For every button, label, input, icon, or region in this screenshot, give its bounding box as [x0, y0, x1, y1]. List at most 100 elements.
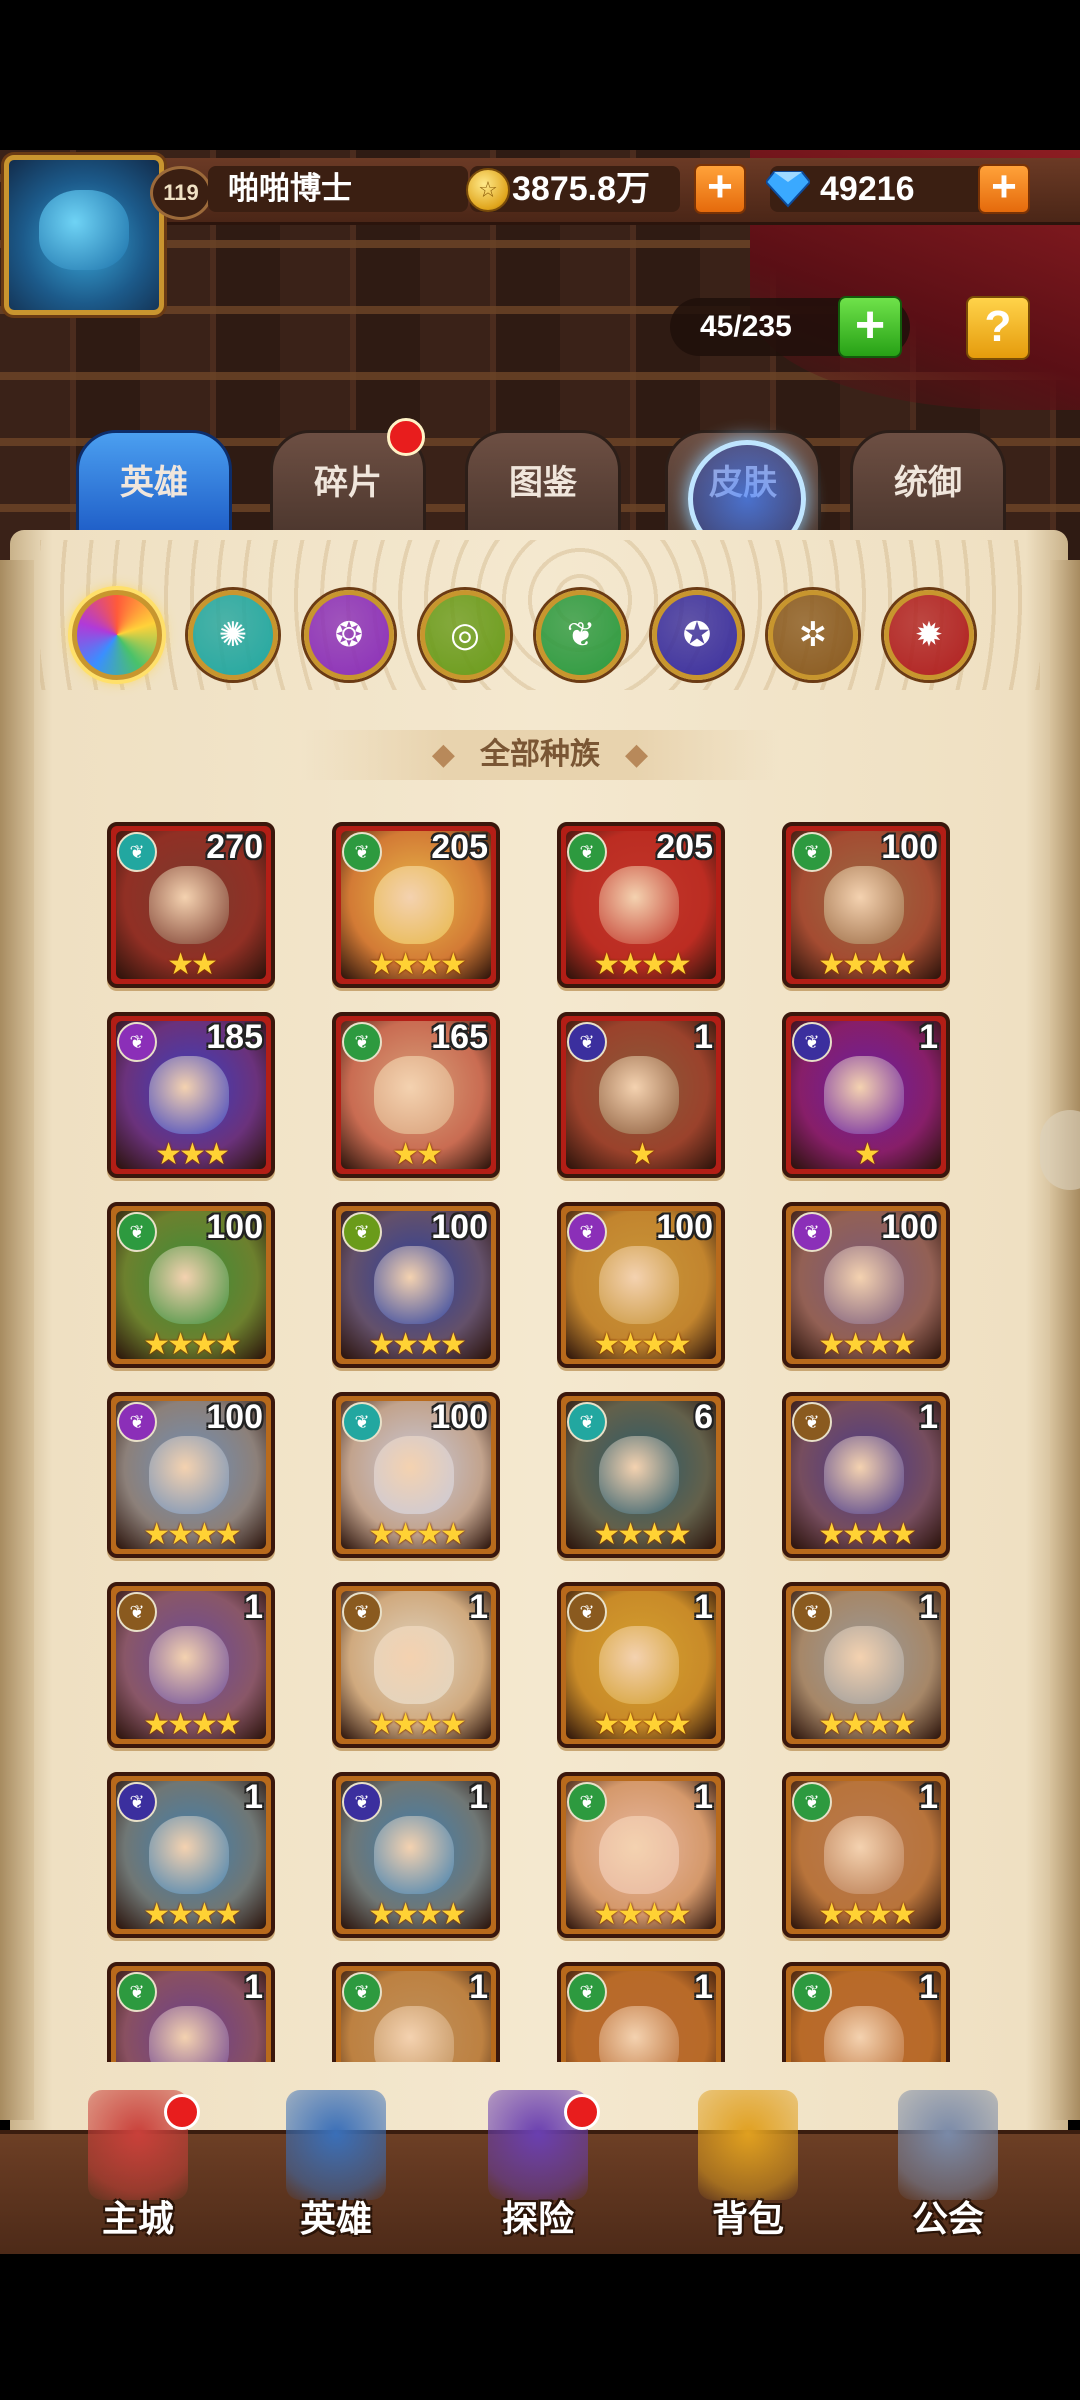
hero-level: 100	[206, 1398, 263, 1436]
hero-card[interactable]: ❦1★★★★	[782, 1392, 950, 1558]
player-name: 啪啪博士	[228, 171, 352, 206]
add-gold-button[interactable]: +	[694, 164, 746, 214]
nav-label: 背包	[711, 2198, 784, 2239]
hero-card[interactable]: ❦1★★★★	[107, 1582, 275, 1748]
hero-card[interactable]: ❦1★★★★	[332, 1962, 500, 2062]
race-filter-shadow-icon[interactable]: ✪	[652, 590, 742, 680]
nav-label: 公会	[911, 2198, 984, 2239]
hero-face-icon	[374, 2006, 454, 2062]
race-filter-fire-icon[interactable]: ✹	[884, 590, 974, 680]
hero-card[interactable]: ❦ 270 ★★	[107, 822, 275, 988]
nav-portal[interactable]: 探险	[458, 2080, 618, 2250]
hero-card[interactable]: ❦ 100 ★★★★	[332, 1202, 500, 1368]
hero-card[interactable]: ❦1★★★★	[107, 1962, 275, 2062]
hero-card[interactable]: ❦1★★★★	[782, 1772, 950, 1938]
hero-race-icon: ❦	[342, 1402, 382, 1442]
diamond-ornament-icon: ◆	[431, 738, 480, 771]
hero-face-icon	[149, 866, 229, 944]
hero-card[interactable]: ❦ 185 ★★★	[107, 1012, 275, 1178]
hero-race-icon: ❦	[342, 1972, 382, 2012]
nav-label: 主城	[101, 2198, 174, 2239]
hero-card[interactable]: ❦1★★★★	[107, 1772, 275, 1938]
hero-level: 1	[694, 1018, 713, 1056]
hero-stars: ★★★★	[368, 1328, 467, 1361]
race-filter-forest-icon[interactable]: ❦	[536, 590, 626, 680]
hero-level: 185	[206, 1018, 263, 1056]
hero-card[interactable]: ❦ 100 ★★★★	[107, 1392, 275, 1558]
hero-face-icon	[824, 1246, 904, 1324]
hero-stars: ★★★★	[593, 948, 692, 981]
nav-hero[interactable]: 英雄	[256, 2080, 416, 2250]
hero-card[interactable]: ❦ 100 ★★★★	[557, 1202, 725, 1368]
tab-command[interactable]: 统御	[850, 430, 1006, 546]
help-button[interactable]: ?	[966, 296, 1030, 360]
hero-stars: ★★★★	[593, 1898, 692, 1931]
hero-card[interactable]: ❦1★★★★	[332, 1772, 500, 1938]
hero-face-icon	[824, 1816, 904, 1894]
guild-icon	[898, 2090, 998, 2200]
hero-card[interactable]: ❦1★★★★	[557, 1772, 725, 1938]
hero-face-icon	[824, 866, 904, 944]
hero-card[interactable]: ❦ 100 ★★★★	[332, 1392, 500, 1558]
hero-stars: ★★★★	[593, 1328, 692, 1361]
hero-level: 1	[694, 1588, 713, 1626]
player-avatar[interactable]	[4, 155, 164, 315]
hero-stars: ★	[629, 1138, 656, 1171]
race-filter-mystic-icon[interactable]: ❂	[304, 590, 394, 680]
nav-castle[interactable]: 主城	[58, 2080, 218, 2250]
hero-card[interactable]: ❦ 100 ★★★★	[107, 1202, 275, 1368]
hero-race-icon: ❦	[117, 1402, 157, 1442]
side-drawer-handle[interactable]	[1040, 1110, 1080, 1190]
hero-race-icon: ❦	[792, 1972, 832, 2012]
race-filter-light-icon[interactable]: ✲	[768, 590, 858, 680]
race-filter-earth-icon[interactable]: ◎	[420, 590, 510, 680]
tab-codex[interactable]: 图鉴	[465, 430, 621, 546]
hero-card[interactable]: ❦1★★★★	[557, 1582, 725, 1748]
hero-card[interactable]: ❦ 1 ★	[557, 1012, 725, 1178]
hero-level: 1	[694, 1778, 713, 1816]
hero-face-icon	[374, 1626, 454, 1704]
hero-race-icon: ❦	[342, 1782, 382, 1822]
hero-level: 1	[919, 1018, 938, 1056]
hero-race-icon: ❦	[117, 1592, 157, 1632]
hero-race-icon: ❦	[567, 1022, 607, 1062]
hero-face-icon	[149, 1246, 229, 1324]
hero-card[interactable]: ❦ 165 ★★	[332, 1012, 500, 1178]
hero-face-icon	[149, 1056, 229, 1134]
nav-backpack[interactable]: 背包	[668, 2080, 828, 2250]
hero-card[interactable]: ❦1★★★★	[782, 1582, 950, 1748]
hero-face-icon	[599, 1246, 679, 1324]
hero-card[interactable]: ❦1★★★★	[782, 1962, 950, 2062]
nav-guild[interactable]: 公会	[868, 2080, 1028, 2250]
hero-card[interactable]: ❦1★★★★	[557, 1962, 725, 2062]
hero-stars: ★★★	[155, 1138, 230, 1171]
hero-race-icon: ❦	[342, 1592, 382, 1632]
hero-face-icon	[599, 1626, 679, 1704]
expand-capacity-button[interactable]: +	[838, 296, 902, 358]
hero-face-icon	[599, 866, 679, 944]
hero-level: 1	[244, 1968, 263, 2006]
hero-level: 100	[431, 1398, 488, 1436]
hero-face-icon	[599, 1056, 679, 1134]
hero-stars: ★★★★	[368, 948, 467, 981]
player-level-badge: 119	[150, 166, 212, 220]
hero-face-icon	[599, 1816, 679, 1894]
diamond-amount: 49216	[820, 170, 915, 208]
race-filter-all-icon[interactable]	[72, 590, 162, 680]
hero-card[interactable]: ❦ 1 ★	[782, 1012, 950, 1178]
race-filter-water-icon[interactable]: ✺	[188, 590, 278, 680]
hero-card[interactable]: ❦ 100 ★★★★	[782, 1202, 950, 1368]
hero-level: 1	[919, 1968, 938, 2006]
hero-card[interactable]: ❦ 6 ★★★★	[557, 1392, 725, 1558]
hero-card[interactable]: ❦1★★★★	[332, 1582, 500, 1748]
hero-race-icon: ❦	[567, 1592, 607, 1632]
hero-level: 1	[244, 1588, 263, 1626]
tab-heroes[interactable]: 英雄	[76, 430, 232, 546]
hero-card[interactable]: ❦ 100 ★★★★	[782, 822, 950, 988]
diamond-ornament-icon: ◆	[600, 738, 649, 771]
hero-race-icon: ❦	[792, 832, 832, 872]
hero-race-icon: ❦	[117, 1022, 157, 1062]
add-diamond-button[interactable]: +	[978, 164, 1030, 214]
hero-card[interactable]: ❦ 205 ★★★★	[332, 822, 500, 988]
hero-card[interactable]: ❦ 205 ★★★★	[557, 822, 725, 988]
